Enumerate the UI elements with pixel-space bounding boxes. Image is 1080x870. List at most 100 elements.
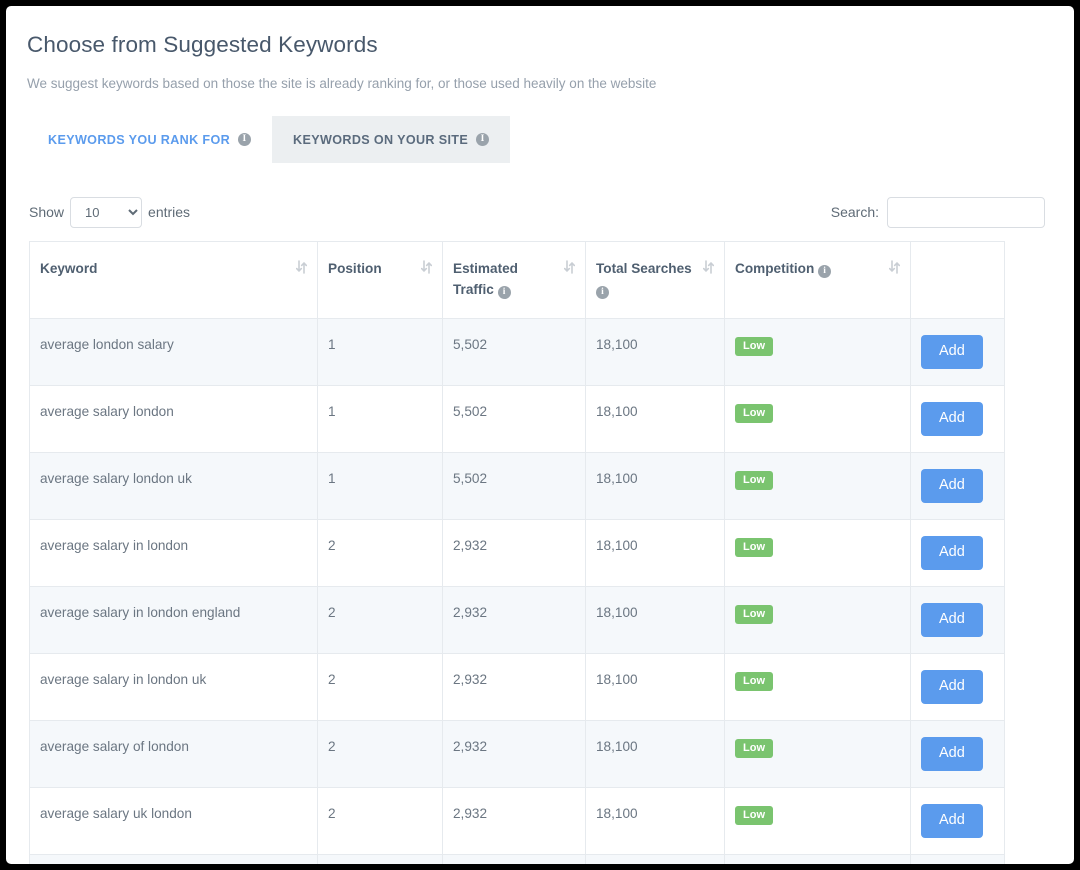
column-header-estimated-traffic[interactable]: Estimated Traffic i [443,242,586,319]
cell-competition: Low [725,855,911,865]
cell-keyword: average salary london uk [30,453,318,520]
search-control: Search: [831,197,1045,228]
info-icon[interactable]: i [818,265,831,278]
info-icon[interactable]: i [498,286,511,299]
info-icon[interactable]: i [238,133,251,146]
cell-action: Add [911,587,1005,654]
competition-badge: Low [735,739,773,758]
cell-total-searches: 18,100 [586,654,725,721]
cell-position: 2 [318,721,443,788]
table-row: london average salary22,93218,100LowAdd [30,855,1005,865]
cell-estimated-traffic: 2,932 [443,855,586,865]
table-head: Keyword Position [30,242,1005,319]
add-keyword-button[interactable]: Add [921,335,983,369]
cell-keyword: average salary uk london [30,788,318,855]
cell-action: Add [911,788,1005,855]
cell-estimated-traffic: 5,502 [443,319,586,386]
cell-position: 2 [318,520,443,587]
cell-position: 2 [318,587,443,654]
search-input[interactable] [887,197,1045,228]
competition-badge: Low [735,471,773,490]
page-subtitle: We suggest keywords based on those the s… [27,74,1047,94]
cell-keyword: average salary in london [30,520,318,587]
show-label: Show [29,204,64,220]
cell-competition: Low [725,386,911,453]
cell-keyword: average salary of london [30,721,318,788]
suggested-keywords-card: Choose from Suggested Keywords We sugges… [6,6,1074,864]
cell-keyword: average salary in london england [30,587,318,654]
tab-keywords-you-rank-for[interactable]: KEYWORDS YOU RANK FOR i [27,116,272,163]
add-keyword-button[interactable]: Add [921,402,983,436]
cell-keyword: average london salary [30,319,318,386]
table-body: average london salary15,50218,100LowAdda… [30,319,1005,865]
cell-estimated-traffic: 2,932 [443,654,586,721]
table-row: average salary in london england22,93218… [30,587,1005,654]
cell-competition: Low [725,788,911,855]
table-row: average salary uk london22,93218,100LowA… [30,788,1005,855]
competition-badge: Low [735,337,773,356]
add-keyword-button[interactable]: Add [921,737,983,771]
column-header-keyword[interactable]: Keyword [30,242,318,319]
info-icon[interactable]: i [476,133,489,146]
column-label: Competition [735,261,814,276]
datatable-controls: Show 10 25 50 100 entries Search: [29,195,1045,229]
cell-estimated-traffic: 5,502 [443,453,586,520]
sort-both-icon [421,260,432,274]
cell-competition: Low [725,319,911,386]
sort-both-icon [889,260,900,274]
cell-estimated-traffic: 2,932 [443,721,586,788]
cell-action: Add [911,520,1005,587]
cell-keyword: average salary in london uk [30,654,318,721]
cell-action: Add [911,386,1005,453]
card-body: Choose from Suggested Keywords We sugges… [6,6,1074,864]
page-length-control: Show 10 25 50 100 entries [29,197,190,228]
cell-total-searches: 18,100 [586,453,725,520]
competition-badge: Low [735,605,773,624]
cell-total-searches: 18,100 [586,319,725,386]
page-title: Choose from Suggested Keywords [27,30,1047,60]
cell-action: Add [911,319,1005,386]
keywords-datatable: Show 10 25 50 100 entries Search: [27,195,1047,864]
column-header-competition[interactable]: Competition i [725,242,911,319]
keywords-table: Keyword Position [29,241,1005,864]
cell-action: Add [911,721,1005,788]
cell-position: 1 [318,386,443,453]
competition-badge: Low [735,538,773,557]
cell-estimated-traffic: 2,932 [443,587,586,654]
tab-label: KEYWORDS ON YOUR SITE [293,133,468,147]
add-keyword-button[interactable]: Add [921,469,983,503]
cell-competition: Low [725,654,911,721]
column-header-total-searches[interactable]: Total Searches i [586,242,725,319]
cell-total-searches: 18,100 [586,855,725,865]
add-keyword-button[interactable]: Add [921,670,983,704]
cell-position: 1 [318,319,443,386]
competition-badge: Low [735,404,773,423]
table-row: average salary london15,50218,100LowAdd [30,386,1005,453]
cell-position: 2 [318,654,443,721]
cell-total-searches: 18,100 [586,386,725,453]
cell-action: Add [911,654,1005,721]
page-length-select[interactable]: 10 25 50 100 [70,197,142,228]
cell-total-searches: 18,100 [586,788,725,855]
info-icon[interactable]: i [596,286,609,299]
search-label: Search: [831,204,879,220]
table-row: average salary in london22,93218,100LowA… [30,520,1005,587]
table-row: average salary london uk15,50218,100LowA… [30,453,1005,520]
add-keyword-button[interactable]: Add [921,536,983,570]
column-header-position[interactable]: Position [318,242,443,319]
add-keyword-button[interactable]: Add [921,804,983,838]
cell-action: Add [911,453,1005,520]
cell-total-searches: 18,100 [586,721,725,788]
cell-competition: Low [725,587,911,654]
table-row: average salary of london22,93218,100 Low A… [30,721,1005,788]
table-header-row: Keyword Position [30,242,1005,319]
cell-estimated-traffic: 2,932 [443,520,586,587]
add-keyword-button[interactable]: Add [921,603,983,637]
cell-position: 2 [318,788,443,855]
competition-badge: Low [735,672,773,691]
cell-keyword: london average salary [30,855,318,865]
cell-position: 2 [318,855,443,865]
keyword-source-tabs: KEYWORDS YOU RANK FOR i KEYWORDS ON YOUR… [27,116,1047,163]
tab-keywords-on-your-site[interactable]: KEYWORDS ON YOUR SITE i [272,116,510,163]
sort-both-icon [296,260,307,274]
